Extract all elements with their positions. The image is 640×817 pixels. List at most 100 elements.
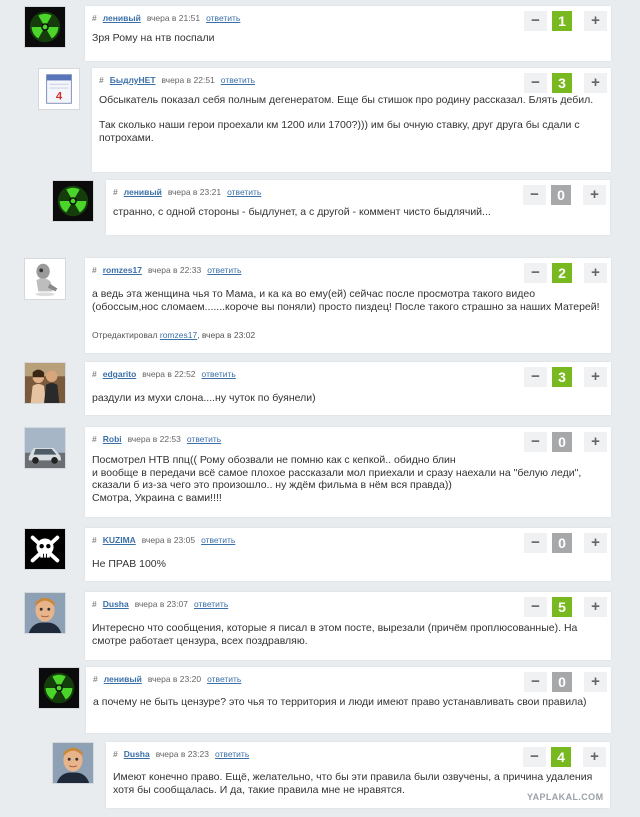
- comment-header: # Robi вчера в 22:53 ответить: [92, 434, 221, 444]
- reply-link[interactable]: ответить: [227, 187, 261, 197]
- comment-time: вчера в 23:07: [134, 599, 188, 609]
- reply-link[interactable]: ответить: [194, 599, 228, 609]
- vote-minus-button[interactable]: −: [524, 597, 547, 617]
- avatar[interactable]: [24, 592, 66, 634]
- vote-score: 0: [551, 185, 571, 205]
- reply-link[interactable]: ответить: [221, 75, 255, 85]
- username-link[interactable]: romzes17: [103, 265, 142, 275]
- comment-text: Обсыкатель показал себя полным дегенерат…: [99, 94, 594, 144]
- avatar[interactable]: [38, 667, 80, 709]
- vote-minus-button[interactable]: −: [524, 672, 547, 692]
- vote-minus-button[interactable]: −: [524, 263, 547, 283]
- vote-score: 3: [552, 367, 572, 387]
- vote-plus-button[interactable]: +: [584, 597, 607, 617]
- vote-widget: −5 +: [524, 597, 607, 617]
- reply-link[interactable]: ответить: [207, 674, 241, 684]
- comment-text: странно, с одной стороны - быдлунет, а с…: [113, 206, 491, 218]
- avatar[interactable]: [24, 528, 66, 570]
- username-link[interactable]: Dusha: [103, 599, 129, 609]
- reply-link[interactable]: ответить: [202, 369, 236, 379]
- comment-box: # ленивый вчера в 21:51 ответить −1 + Зря Ро…: [85, 6, 611, 61]
- edited-label: Отредактировал: [92, 330, 158, 340]
- vote-widget: −0 +: [524, 672, 607, 692]
- comment-header: # KUZIMA вчера в 23:05 ответить: [92, 535, 235, 545]
- avatar[interactable]: [52, 742, 94, 784]
- comment-time: вчера в 22:53: [127, 434, 181, 444]
- radiation-icon: [25, 7, 65, 47]
- avatar[interactable]: [24, 362, 66, 404]
- radiation-icon: [53, 181, 93, 221]
- vote-plus-button[interactable]: +: [584, 367, 607, 387]
- comment-header: # Dusha вчера в 23:07 ответить: [92, 599, 228, 609]
- vote-widget: −0 +: [524, 533, 607, 553]
- username-link[interactable]: ленивый: [103, 13, 141, 23]
- username-link[interactable]: ленивый: [104, 674, 142, 684]
- avatar[interactable]: [24, 258, 66, 300]
- comment-header: # ленивый вчера в 23:21 ответить: [113, 187, 261, 197]
- vote-plus-button[interactable]: +: [584, 672, 607, 692]
- comment-header: # romzes17 вчера в 22:33 ответить: [92, 265, 241, 275]
- face-icon: [25, 593, 65, 633]
- vote-minus-button[interactable]: −: [524, 11, 547, 31]
- permalink[interactable]: #: [92, 599, 97, 609]
- vote-minus-button[interactable]: −: [524, 73, 547, 93]
- reply-link[interactable]: ответить: [215, 749, 249, 759]
- vote-minus-button[interactable]: −: [524, 533, 547, 553]
- calendar-icon: 4: [39, 69, 79, 109]
- vote-minus-button[interactable]: −: [523, 185, 546, 205]
- avatar[interactable]: [52, 180, 94, 222]
- comment-header: # edgarito вчера в 22:52 ответить: [92, 369, 236, 379]
- permalink[interactable]: #: [92, 13, 97, 23]
- comment-text: а почему не быть цензуре? это чья то тер…: [93, 696, 587, 708]
- comment-box: # edgarito вчера в 22:52 ответить −3 + разду…: [85, 362, 611, 415]
- vote-plus-button[interactable]: +: [584, 533, 607, 553]
- vote-widget: −2 +: [524, 263, 607, 283]
- permalink[interactable]: #: [99, 75, 104, 85]
- permalink[interactable]: #: [92, 265, 97, 275]
- avatar[interactable]: 4: [38, 68, 80, 110]
- username-link[interactable]: БыдлуНЕТ: [110, 75, 156, 85]
- vote-minus-button[interactable]: −: [524, 432, 547, 452]
- edited-user-link[interactable]: romzes17: [160, 330, 197, 340]
- vote-score: 4: [551, 747, 571, 767]
- permalink[interactable]: #: [92, 369, 97, 379]
- comment-time: вчера в 22:33: [147, 265, 202, 275]
- username-link[interactable]: edgarito: [103, 369, 137, 379]
- figure-icon: [25, 259, 65, 299]
- comment-text: Интересно что сообщения, которые я писал…: [92, 622, 578, 647]
- reply-link[interactable]: ответить: [207, 265, 241, 275]
- site-watermark: YAPLAKAL.COM: [527, 792, 604, 802]
- username-link[interactable]: KUZIMA: [103, 535, 136, 545]
- permalink[interactable]: #: [113, 187, 118, 197]
- vote-plus-button[interactable]: +: [584, 432, 607, 452]
- username-link[interactable]: Dusha: [124, 749, 150, 759]
- vote-widget: −4 +: [523, 747, 606, 767]
- permalink[interactable]: #: [92, 535, 97, 545]
- username-link[interactable]: Robi: [103, 434, 122, 444]
- username-link[interactable]: ленивый: [124, 187, 162, 197]
- avatar[interactable]: [24, 427, 66, 469]
- avatar[interactable]: [24, 6, 66, 48]
- skull-icon: [25, 529, 65, 569]
- vote-plus-button[interactable]: +: [584, 263, 607, 283]
- reply-link[interactable]: ответить: [206, 13, 240, 23]
- permalink[interactable]: #: [92, 434, 97, 444]
- comment-box: # Robi вчера в 22:53 ответить −0 + Посмотрел…: [85, 427, 611, 517]
- comment-box: # KUZIMA вчера в 23:05 ответить −0 + Не ПРАВ…: [85, 528, 611, 581]
- permalink[interactable]: #: [93, 674, 98, 684]
- comment-box: # romzes17 вчера в 22:33 ответить −2 + а вед…: [85, 258, 611, 353]
- permalink[interactable]: #: [113, 749, 118, 759]
- vote-score: 0: [552, 533, 572, 553]
- vote-plus-button[interactable]: +: [584, 73, 607, 93]
- comment-box: # ленивый вчера в 23:21 ответить −0 + странн…: [106, 180, 610, 235]
- vote-score: 5: [552, 597, 572, 617]
- reply-link[interactable]: ответить: [201, 535, 235, 545]
- vote-widget: −0 +: [523, 185, 606, 205]
- vote-minus-button[interactable]: −: [524, 367, 547, 387]
- vote-minus-button[interactable]: −: [523, 747, 546, 767]
- vote-plus-button[interactable]: +: [584, 11, 607, 31]
- vote-plus-button[interactable]: +: [583, 185, 606, 205]
- reply-link[interactable]: ответить: [187, 434, 221, 444]
- vote-score: 2: [552, 263, 572, 283]
- vote-plus-button[interactable]: +: [583, 747, 606, 767]
